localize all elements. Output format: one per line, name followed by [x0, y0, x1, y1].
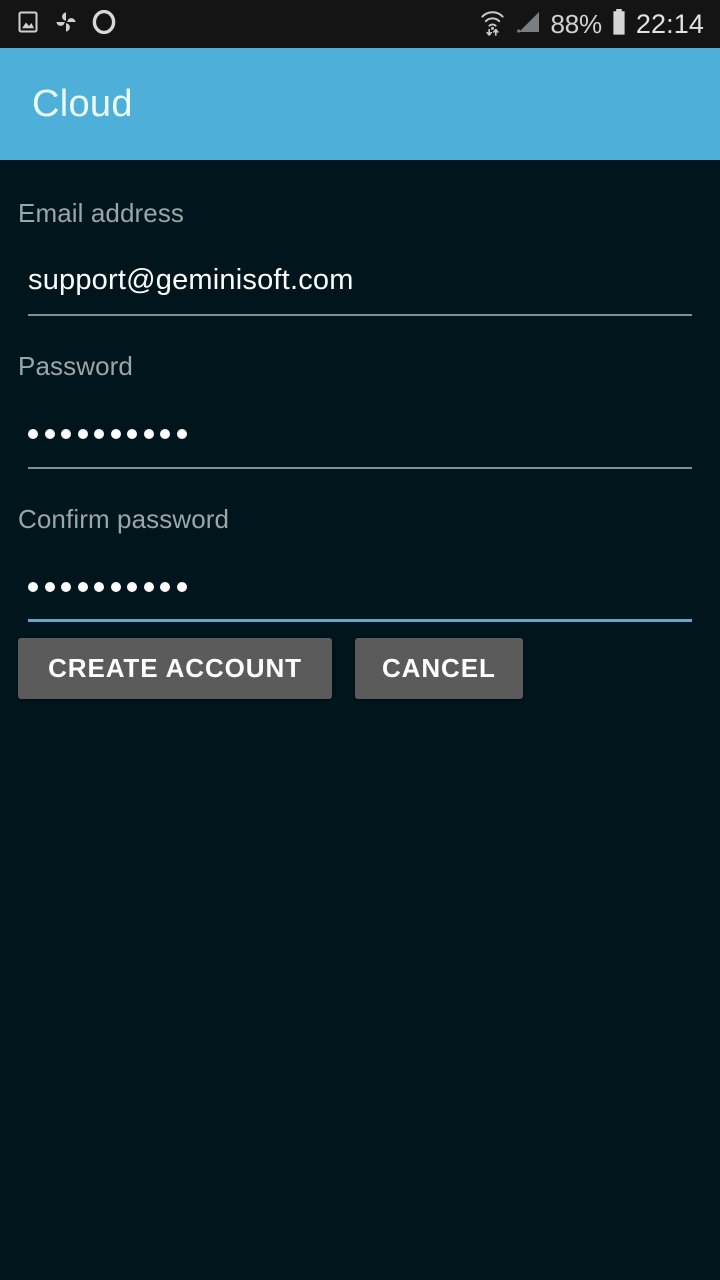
- status-bar: 88% 22:14: [0, 0, 720, 48]
- mask-dot: [94, 429, 104, 439]
- mask-dot: [44, 429, 55, 439]
- battery-icon: [611, 8, 627, 41]
- confirm-password-input-underline: [28, 619, 692, 622]
- confirm-password-field-label: Confirm password: [18, 504, 230, 534]
- mask-dot: [176, 582, 187, 592]
- mask-dot: [77, 582, 88, 592]
- mask-dot: [61, 582, 71, 592]
- cancel-button[interactable]: CANCEL: [355, 638, 523, 699]
- password-input[interactable]: [16, 409, 704, 457]
- password-masked-value: [28, 427, 187, 439]
- page-title: Cloud: [32, 82, 133, 125]
- status-bar-system-icons: 88% 22:14: [479, 8, 704, 41]
- mask-dot: [94, 582, 104, 592]
- cell-signal-icon: [515, 9, 541, 40]
- create-account-form: Email address support@geminisoft.com Pas…: [0, 160, 720, 699]
- confirm-password-masked-value: [28, 580, 187, 592]
- mask-dot: [44, 582, 55, 592]
- mask-dot: [61, 429, 71, 439]
- pinwheel-photos-icon: [54, 10, 78, 39]
- opera-browser-icon: [92, 9, 116, 39]
- app-bar: Cloud: [0, 48, 720, 160]
- mask-dot: [110, 582, 121, 592]
- mask-dot: [28, 429, 38, 439]
- form-action-buttons: CREATE ACCOUNT CANCEL: [16, 622, 704, 699]
- wifi-transfer-icon: [479, 8, 506, 41]
- password-field-group: Password: [16, 351, 704, 469]
- mask-dot: [127, 582, 137, 592]
- email-field-group: Email address support@geminisoft.com: [16, 198, 704, 316]
- mask-dot: [110, 429, 121, 439]
- mask-dot: [143, 582, 154, 592]
- password-field-label: Password: [18, 351, 133, 381]
- create-account-button[interactable]: CREATE ACCOUNT: [18, 638, 332, 699]
- email-input-underline: [28, 314, 692, 316]
- confirm-password-field-group: Confirm password: [16, 504, 704, 622]
- confirm-password-input[interactable]: [16, 562, 704, 610]
- clock-label: 22:14: [635, 8, 704, 39]
- mask-dot: [127, 429, 137, 439]
- password-input-underline: [28, 467, 692, 469]
- email-input-value: support@geminisoft.com: [28, 263, 354, 296]
- mask-dot: [77, 429, 88, 439]
- mask-dot: [160, 429, 170, 439]
- email-input[interactable]: support@geminisoft.com: [16, 256, 704, 304]
- mask-dot: [160, 582, 170, 592]
- mask-dot: [28, 582, 38, 592]
- mask-dot: [176, 429, 187, 439]
- email-field-label: Email address: [18, 198, 185, 228]
- status-bar-notification-icons: [16, 9, 116, 39]
- mask-dot: [143, 429, 154, 439]
- gallery-icon: [16, 10, 40, 39]
- battery-percent-label: 88%: [550, 9, 602, 39]
